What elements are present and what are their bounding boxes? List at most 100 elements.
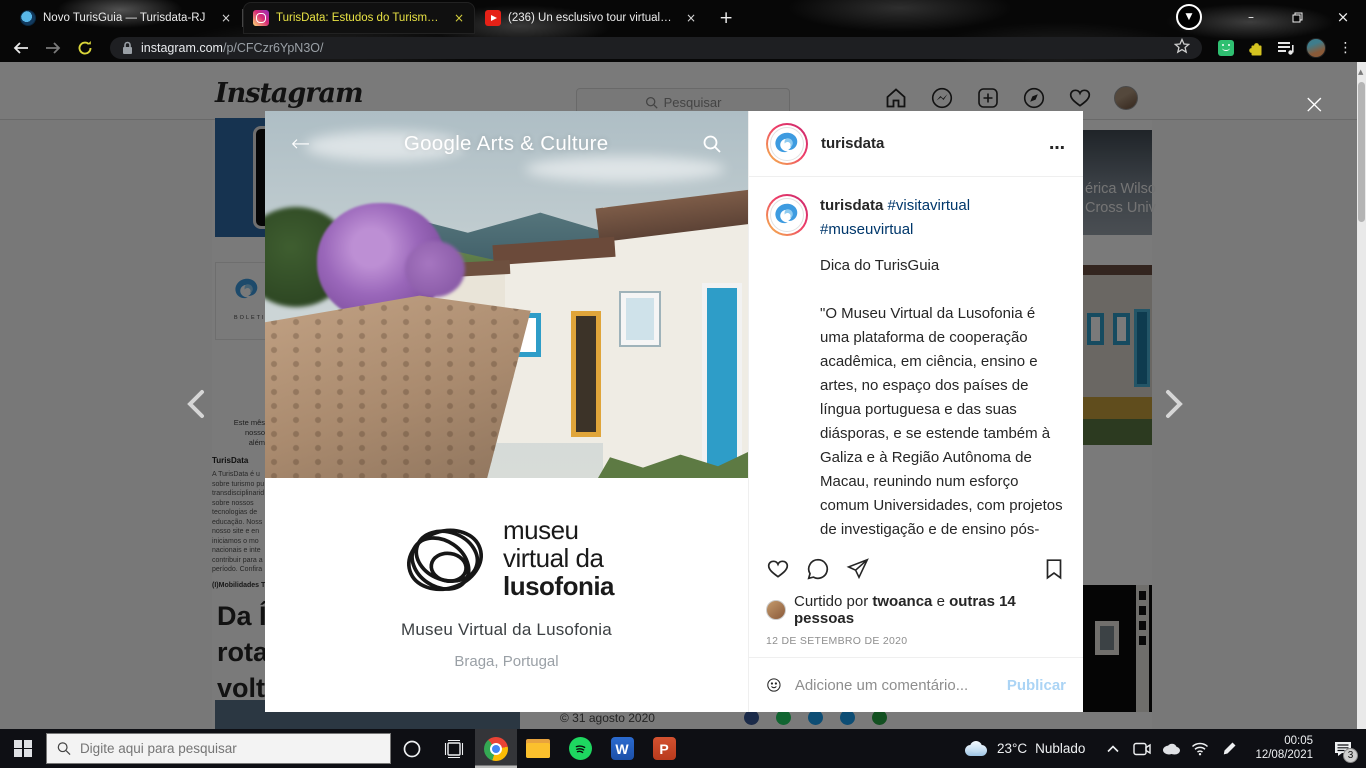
browser-chrome: Novo TurisGuia — Turisdata-RJ × TurisDat… xyxy=(0,0,1366,62)
post-options-icon[interactable]: … xyxy=(1049,134,1066,153)
weather-cloud-icon xyxy=(963,741,989,757)
modal-close-icon[interactable]: × xyxy=(1303,89,1326,120)
start-button[interactable] xyxy=(0,729,46,768)
post-sidebar: turisdata … turisdata #visitavirtual #mu… xyxy=(748,111,1083,712)
forward-icon[interactable] xyxy=(40,36,66,60)
powerpoint-icon: P xyxy=(653,737,676,760)
bitmoji-extension-icon[interactable] xyxy=(1214,36,1238,60)
back-icon[interactable] xyxy=(8,36,34,60)
tab-strip: Novo TurisGuia — Turisdata-RJ × TurisDat… xyxy=(0,0,1366,34)
publish-button[interactable]: Publicar xyxy=(1007,677,1066,694)
windows-taskbar: W P 23°C Nublado 00:05 12/08/2021 3 xyxy=(0,729,1366,768)
search-icon xyxy=(57,741,71,756)
avatar-ring[interactable] xyxy=(766,123,808,165)
lock-icon xyxy=(122,41,133,55)
pen-icon[interactable] xyxy=(1218,737,1240,761)
minimize-button[interactable]: – xyxy=(1228,2,1274,32)
chrome-icon xyxy=(484,737,508,761)
powerpoint-button[interactable]: P xyxy=(643,729,685,768)
windows-logo-icon xyxy=(14,740,32,758)
weather-desc: Nublado xyxy=(1035,741,1085,756)
tab-title: Novo TurisGuia — Turisdata-RJ xyxy=(43,12,211,24)
turisguia-favicon xyxy=(20,10,36,26)
caption-area: turisdata #visitavirtual #museuvirtual D… xyxy=(749,177,1083,546)
like-heart-icon[interactable] xyxy=(766,557,790,581)
caption-avatar[interactable] xyxy=(766,194,808,236)
post-header: turisdata … xyxy=(749,111,1083,177)
extensions-puzzle-icon[interactable] xyxy=(1244,36,1268,60)
browser-profile-avatar[interactable] xyxy=(1304,36,1328,60)
scroll-up-icon[interactable]: ▲ xyxy=(1358,68,1363,76)
museum-info-panel: museu virtual da lusofonia Museu Virtual… xyxy=(265,478,748,712)
word-icon: W xyxy=(611,737,634,760)
caption-text: turisdata #visitavirtual #museuvirtual D… xyxy=(820,194,1066,529)
emoji-smiley-icon[interactable] xyxy=(766,673,782,697)
tab-close-icon[interactable]: × xyxy=(218,11,234,25)
reload-icon[interactable] xyxy=(72,36,98,60)
clock-date: 12/08/2021 xyxy=(1255,749,1313,763)
post-photo: ← Google Arts & Culture xyxy=(265,111,748,478)
media-control-icon[interactable]: ▼ xyxy=(1176,4,1202,30)
spotify-button[interactable] xyxy=(559,729,601,768)
task-view-button[interactable] xyxy=(433,729,475,768)
caption-intro: Dica do TurisGuia xyxy=(820,254,1066,278)
word-button[interactable]: W xyxy=(601,729,643,768)
close-window-button[interactable]: × xyxy=(1320,2,1366,32)
address-bar[interactable]: instagram.com/p/CFCzr6YpN3O/ xyxy=(110,37,1202,59)
save-bookmark-icon[interactable] xyxy=(1042,557,1066,581)
browser-menu-icon[interactable]: ⋮ xyxy=(1334,36,1358,60)
comment-icon[interactable] xyxy=(806,557,830,581)
post-username[interactable]: turisdata xyxy=(821,135,884,152)
museum-logo-icon xyxy=(399,512,491,604)
comment-input[interactable] xyxy=(795,677,994,694)
liker-username: twoanca xyxy=(872,593,932,610)
chrome-taskbar-button[interactable] xyxy=(475,729,517,768)
tab-title: (236) Un esclusivo tour virtuale n xyxy=(508,12,676,24)
tab-close-icon[interactable]: × xyxy=(451,11,467,25)
spotify-icon xyxy=(569,737,592,760)
scrollbar-thumb[interactable] xyxy=(1358,82,1365,222)
onedrive-icon[interactable] xyxy=(1160,737,1182,761)
museum-location: Braga, Portugal xyxy=(265,653,748,670)
tab-turisguia[interactable]: Novo TurisGuia — Turisdata-RJ × xyxy=(10,2,242,34)
post-modal: ← Google Arts & Culture museu virtual da… xyxy=(265,111,1083,712)
url-text: instagram.com/p/CFCzr6YpN3O/ xyxy=(141,41,323,55)
share-plane-icon[interactable] xyxy=(846,557,870,581)
instagram-favicon xyxy=(253,10,269,26)
system-tray: 23°C Nublado 00:05 12/08/2021 3 xyxy=(963,729,1366,768)
restore-button[interactable] xyxy=(1274,2,1320,32)
tray-expand-chevron[interactable] xyxy=(1102,737,1124,761)
tab-close-icon[interactable]: × xyxy=(683,11,699,25)
gac-back-icon[interactable]: ← xyxy=(291,131,310,157)
wifi-icon[interactable] xyxy=(1189,737,1211,761)
page-scrollbar[interactable]: ▲ xyxy=(1357,62,1366,729)
gac-title: Google Arts & Culture xyxy=(310,132,702,156)
caption-username[interactable]: turisdata xyxy=(820,197,883,214)
bookmark-star-icon[interactable] xyxy=(1174,38,1190,59)
youtube-favicon xyxy=(485,10,501,26)
post-media[interactable]: ← Google Arts & Culture museu virtual da… xyxy=(265,111,748,712)
comment-row: Publicar xyxy=(749,657,1083,712)
taskbar-clock[interactable]: 00:05 12/08/2021 xyxy=(1255,735,1313,762)
likes-row[interactable]: Curtido por twoanca e outras 14 pessoas xyxy=(749,591,1083,627)
new-tab-button[interactable]: + xyxy=(719,8,733,28)
cortana-button[interactable] xyxy=(391,729,433,768)
taskbar-search-input[interactable] xyxy=(80,741,380,756)
instagram-page: Instagram Pesquisar BOLETIM Este mês nos… xyxy=(0,62,1366,729)
tab-youtube[interactable]: (236) Un esclusivo tour virtuale n × xyxy=(475,2,707,34)
previous-post-chevron[interactable] xyxy=(178,384,218,424)
next-post-chevron[interactable] xyxy=(1152,384,1192,424)
weather-widget[interactable]: 23°C Nublado xyxy=(963,741,1085,757)
notification-badge: 3 xyxy=(1343,748,1358,763)
taskbar-search-box[interactable] xyxy=(46,733,391,764)
museum-title: Museu Virtual da Lusofonia xyxy=(265,620,748,640)
tab-instagram-active[interactable]: TurisData: Estudos do Turismo (@ × xyxy=(243,2,475,34)
gac-search-icon[interactable] xyxy=(702,134,722,154)
clock-time: 00:05 xyxy=(1255,735,1313,749)
playlist-extension-icon[interactable] xyxy=(1274,36,1298,60)
action-bar xyxy=(749,546,1083,591)
file-explorer-button[interactable] xyxy=(517,729,559,768)
notification-center-button[interactable]: 3 xyxy=(1326,729,1360,768)
screen: Novo TurisGuia — Turisdata-RJ × TurisDat… xyxy=(0,0,1366,768)
meet-now-icon[interactable] xyxy=(1131,737,1153,761)
